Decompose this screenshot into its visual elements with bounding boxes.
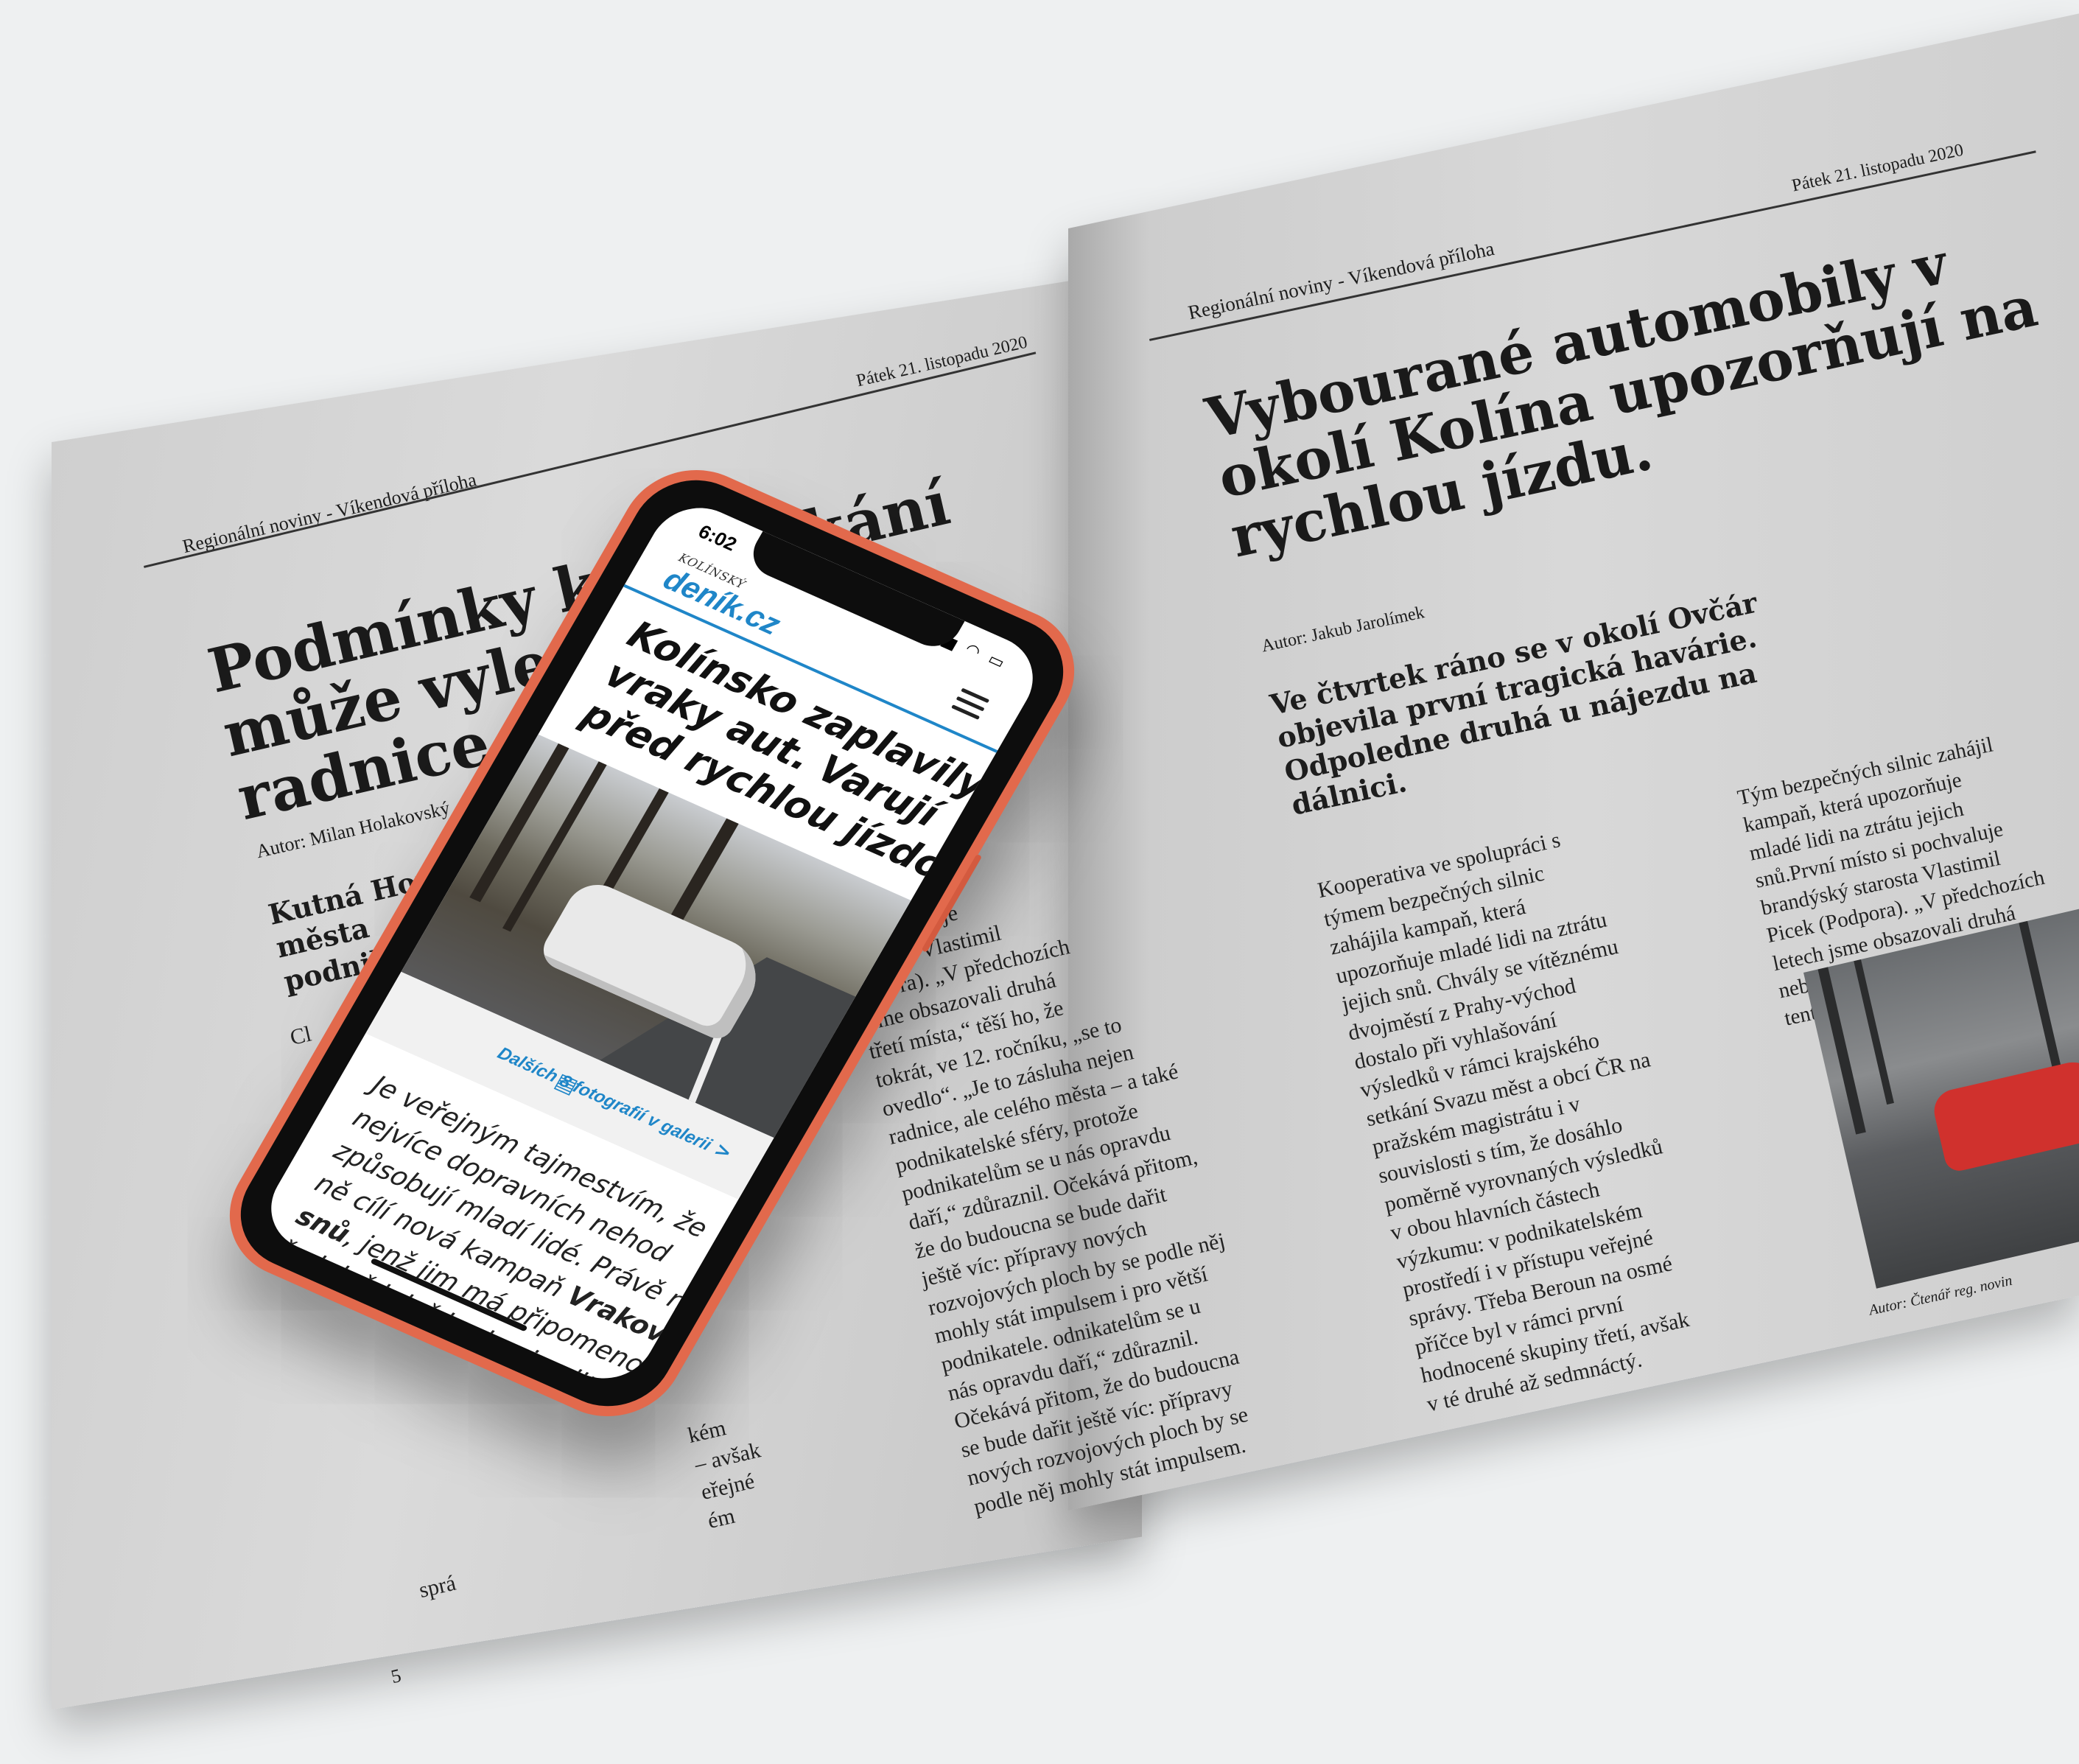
chevron-right-icon: >	[709, 1138, 736, 1165]
hamburger-menu-icon[interactable]	[948, 687, 990, 725]
status-time: 6:02	[694, 520, 741, 556]
phone-body: 6:02 ▂▃▅ ◠ ▭ KOLÍNSKÝ deník.cz Kolínsko …	[203, 447, 1101, 1439]
phone-mockup: 6:02 ▂▃▅ ◠ ▭ KOLÍNSKÝ deník.cz Kolínsko …	[103, 447, 1120, 1592]
phone-bezel: 6:02 ▂▃▅ ◠ ▭ KOLÍNSKÝ deník.cz Kolínsko …	[218, 461, 1086, 1426]
page-number: 5	[389, 1665, 404, 1688]
